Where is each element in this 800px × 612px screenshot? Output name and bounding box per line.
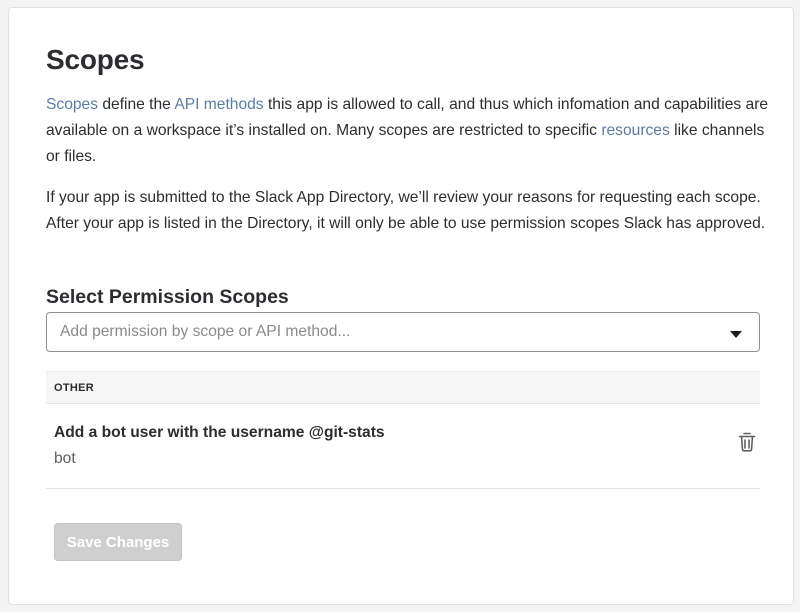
caret-down-icon[interactable]: [730, 331, 742, 338]
intro-paragraph: Scopes define the API methods this app i…: [46, 92, 771, 170]
scope-name: bot: [54, 450, 76, 467]
permission-scopes-title: Select Permission Scopes: [46, 286, 289, 308]
page-title: Scopes: [46, 44, 145, 75]
scopes-card: Scopes Scopes define the API methods thi…: [8, 7, 794, 605]
review-note: If your app is submitted to the Slack Ap…: [46, 189, 766, 232]
scopes-link[interactable]: Scopes: [46, 96, 98, 113]
scope-row: Add a bot user with the username @git-st…: [46, 404, 760, 489]
resources-link[interactable]: resources: [601, 122, 669, 139]
scope-group-header: OTHER: [46, 371, 760, 404]
intro-text-1: define the: [98, 96, 175, 113]
trash-icon[interactable]: [736, 430, 758, 454]
scope-title: Add a bot user with the username @git-st…: [54, 424, 385, 441]
save-changes-button[interactable]: Save Changes: [54, 523, 182, 561]
permission-scope-select[interactable]: Add permission by scope or API method...: [46, 312, 760, 352]
api-methods-link[interactable]: API methods: [174, 96, 263, 113]
scope-group-label: OTHER: [54, 382, 94, 394]
select-placeholder: Add permission by scope or API method...: [60, 323, 351, 340]
